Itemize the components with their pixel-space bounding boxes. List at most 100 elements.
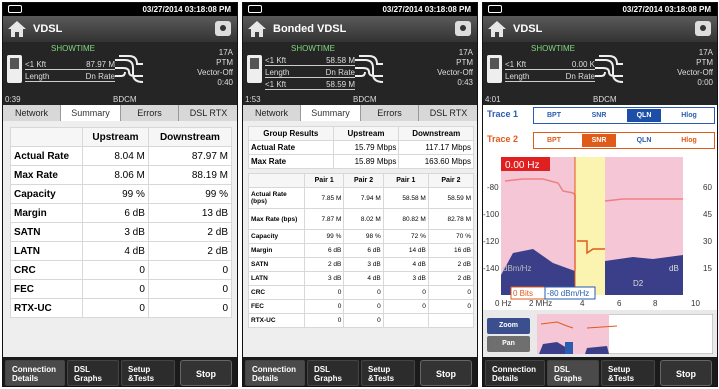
battery-icon xyxy=(8,5,22,13)
connection-details-button[interactable]: Connection Details xyxy=(245,360,305,386)
band-label: D2 xyxy=(633,279,644,288)
tab-summary[interactable]: Summary xyxy=(301,105,361,121)
zoom-button[interactable]: Zoom xyxy=(487,318,530,334)
summary-content: Upstream Downstream Actual Rate 8.04 M 87.9… xyxy=(3,121,237,357)
setup-tests-button[interactable]: Setup &Tests xyxy=(601,360,655,386)
table-row: RTX-UC 0 0 xyxy=(248,313,475,328)
battery-icon xyxy=(248,5,262,13)
datetime: 03/27/2014 03:18:08 PM xyxy=(622,5,711,14)
bonded-content: Group Results Upstream Downstream Actual R… xyxy=(243,121,477,357)
status-bar: 03/27/2014 03:18:08 PM xyxy=(483,3,717,16)
x-tick: 0 Hz xyxy=(495,299,511,308)
table-row: Margin 6 dB 6 dB 14 dB 16 dB xyxy=(248,243,475,258)
dsl-graphs-button[interactable]: DSL Graphs xyxy=(307,360,359,386)
y-tick: -120 xyxy=(483,237,500,246)
home-icon[interactable] xyxy=(7,20,27,38)
table-row: Capacity 99 % 98 % 72 % 70 % xyxy=(248,229,475,244)
trace2-snr-button[interactable]: SNR xyxy=(582,134,616,147)
line-symbol-icon xyxy=(595,55,624,83)
tab-dsl-rtx[interactable]: DSL RTX xyxy=(179,105,237,121)
tab-dsl-rtx[interactable]: DSL RTX xyxy=(419,105,477,121)
stop-button[interactable]: Stop xyxy=(420,360,472,386)
tab-network[interactable]: Network xyxy=(243,105,301,121)
connection-details-button[interactable]: Connection Details xyxy=(485,360,545,386)
page-title: VDSL xyxy=(513,23,543,35)
camera-icon[interactable] xyxy=(455,21,471,36)
device-icon xyxy=(487,55,502,83)
setup-tests-button[interactable]: Setup &Tests xyxy=(361,360,415,386)
upstream-band xyxy=(575,157,605,295)
pair-results-table: Pair 1 Pair 2 Pair 1 Pair 2 Actual Rate (bp… xyxy=(248,173,475,328)
y2-tick: 15 xyxy=(703,264,712,273)
elapsed-time: 0:39 xyxy=(5,95,21,104)
y-tick: -140 xyxy=(483,264,500,273)
table-row: Actual Rate 8.04 M 87.97 M xyxy=(10,146,233,166)
overview-strip[interactable] xyxy=(537,314,713,354)
elapsed-time: 1:53 xyxy=(245,95,261,104)
table-row: Max Rate (bps) 7.87 M 8.02 M 80.82 M 82.78 M xyxy=(248,208,475,230)
line-symbol-icon xyxy=(115,55,144,83)
tab-errors[interactable]: Errors xyxy=(361,105,419,121)
connection-details-button[interactable]: Connection Details xyxy=(5,360,65,386)
cursor-bits: 0 Bits xyxy=(513,289,533,298)
trace2-bpt-button[interactable]: BPT xyxy=(537,134,571,147)
trace-selector: Trace 1 BPT SNR QLN Hlog Trace 2 BPT SNR… xyxy=(483,105,717,153)
x-tick: 4 xyxy=(580,299,585,308)
trace2-hlog-button[interactable]: Hlog xyxy=(672,134,706,147)
tab-network[interactable]: Network xyxy=(3,105,61,121)
home-icon[interactable] xyxy=(247,20,267,38)
home-icon[interactable] xyxy=(487,20,507,38)
y2-tick: 45 xyxy=(703,210,712,219)
line-profile: 17A PTM Vector-Off 0:43 xyxy=(437,48,473,87)
trace2-qln-button[interactable]: QLN xyxy=(627,134,661,147)
dsl-graphs-button[interactable]: DSL Graphs xyxy=(547,360,599,386)
status-bar: 03/27/2014 03:18:08 PM xyxy=(243,3,477,16)
table-row: Actual Rate (bps) 7.85 M 7.94 M 58.58 M 58.5… xyxy=(248,187,475,209)
x-tick: 6 xyxy=(617,299,622,308)
tab-summary[interactable]: Summary xyxy=(61,105,121,121)
graph-canvas[interactable]: 0.00 Hz dBm/Hz dB D2 0 Bits -80 dBm/Hz -… xyxy=(483,153,718,310)
table-row: CRC 0 0 0 0 xyxy=(248,285,475,300)
connection-info: SHOWTIME <1 Kft 0.00 K Length Dn Rate 17A P… xyxy=(483,42,717,105)
chipset-label: BDCM xyxy=(353,95,377,104)
table-row: Max Rate 15.89 Mbps 163.60 Mbps xyxy=(248,154,474,169)
pan-button[interactable]: Pan xyxy=(487,336,530,352)
status-label: SHOWTIME xyxy=(531,44,575,53)
group-results-table: Group Results Upstream Downstream Actual R… xyxy=(248,126,474,169)
qln-graph[interactable]: 0.00 Hz dBm/Hz dB D2 0 Bits -80 dBm/Hz -… xyxy=(483,153,717,310)
x-tick: 10 xyxy=(691,299,700,308)
trace1-label: Trace 1 xyxy=(487,109,519,119)
trace2-label: Trace 2 xyxy=(487,134,519,144)
tab-bar: Network Summary Errors DSL RTX xyxy=(3,105,237,121)
pair1-rate-row: <1 Kft 58.58 M xyxy=(265,56,355,66)
dsl-graphs-button[interactable]: DSL Graphs xyxy=(67,360,119,386)
table-row: FEC 0 0 xyxy=(10,279,233,299)
table-row: CRC 0 0 xyxy=(10,260,233,280)
y-tick: -100 xyxy=(483,210,500,219)
length-rate-labels: Length Dn Rate xyxy=(25,72,115,82)
trace1-snr-button[interactable]: SNR xyxy=(582,109,616,122)
camera-icon[interactable] xyxy=(695,21,711,36)
trace1-hlog-button[interactable]: Hlog xyxy=(672,109,706,122)
trace1-bpt-button[interactable]: BPT xyxy=(537,109,571,122)
camera-icon[interactable] xyxy=(215,21,231,36)
table-row: Actual Rate 15.79 Mbps 117.17 Mbps xyxy=(248,140,474,155)
datetime: 03/27/2014 03:18:08 PM xyxy=(142,5,231,14)
length-rate-row: <1 Kft 0.00 K xyxy=(505,60,595,70)
overview-handle[interactable] xyxy=(565,342,573,354)
pair2-rate-row: <1 Kft 58.59 M xyxy=(265,80,355,90)
table-row: SATN 3 dB 2 dB xyxy=(10,222,233,242)
stop-button[interactable]: Stop xyxy=(660,360,712,386)
status-label: SHOWTIME xyxy=(51,44,95,53)
tab-errors[interactable]: Errors xyxy=(121,105,179,121)
table-row: LATN 3 dB 4 dB 3 dB 2 dB xyxy=(248,271,475,286)
stop-button[interactable]: Stop xyxy=(180,360,232,386)
y2-tick: 30 xyxy=(703,237,712,246)
summary-panel: 03/27/2014 03:18:08 PM VDSL SHOWTIME <1 … xyxy=(2,2,238,387)
connection-info: SHOWTIME <1 Kft 87.97 M Length Dn Rate 17A… xyxy=(3,42,237,105)
table-header: Pair 1 Pair 2 Pair 1 Pair 2 xyxy=(248,173,475,188)
setup-tests-button[interactable]: Setup &Tests xyxy=(121,360,175,386)
trace1-qln-button[interactable]: QLN xyxy=(627,109,661,122)
bottom-nav: Connection Details DSL Graphs Setup &Tests … xyxy=(3,357,237,386)
table-row: LATN 4 dB 2 dB xyxy=(10,241,233,261)
